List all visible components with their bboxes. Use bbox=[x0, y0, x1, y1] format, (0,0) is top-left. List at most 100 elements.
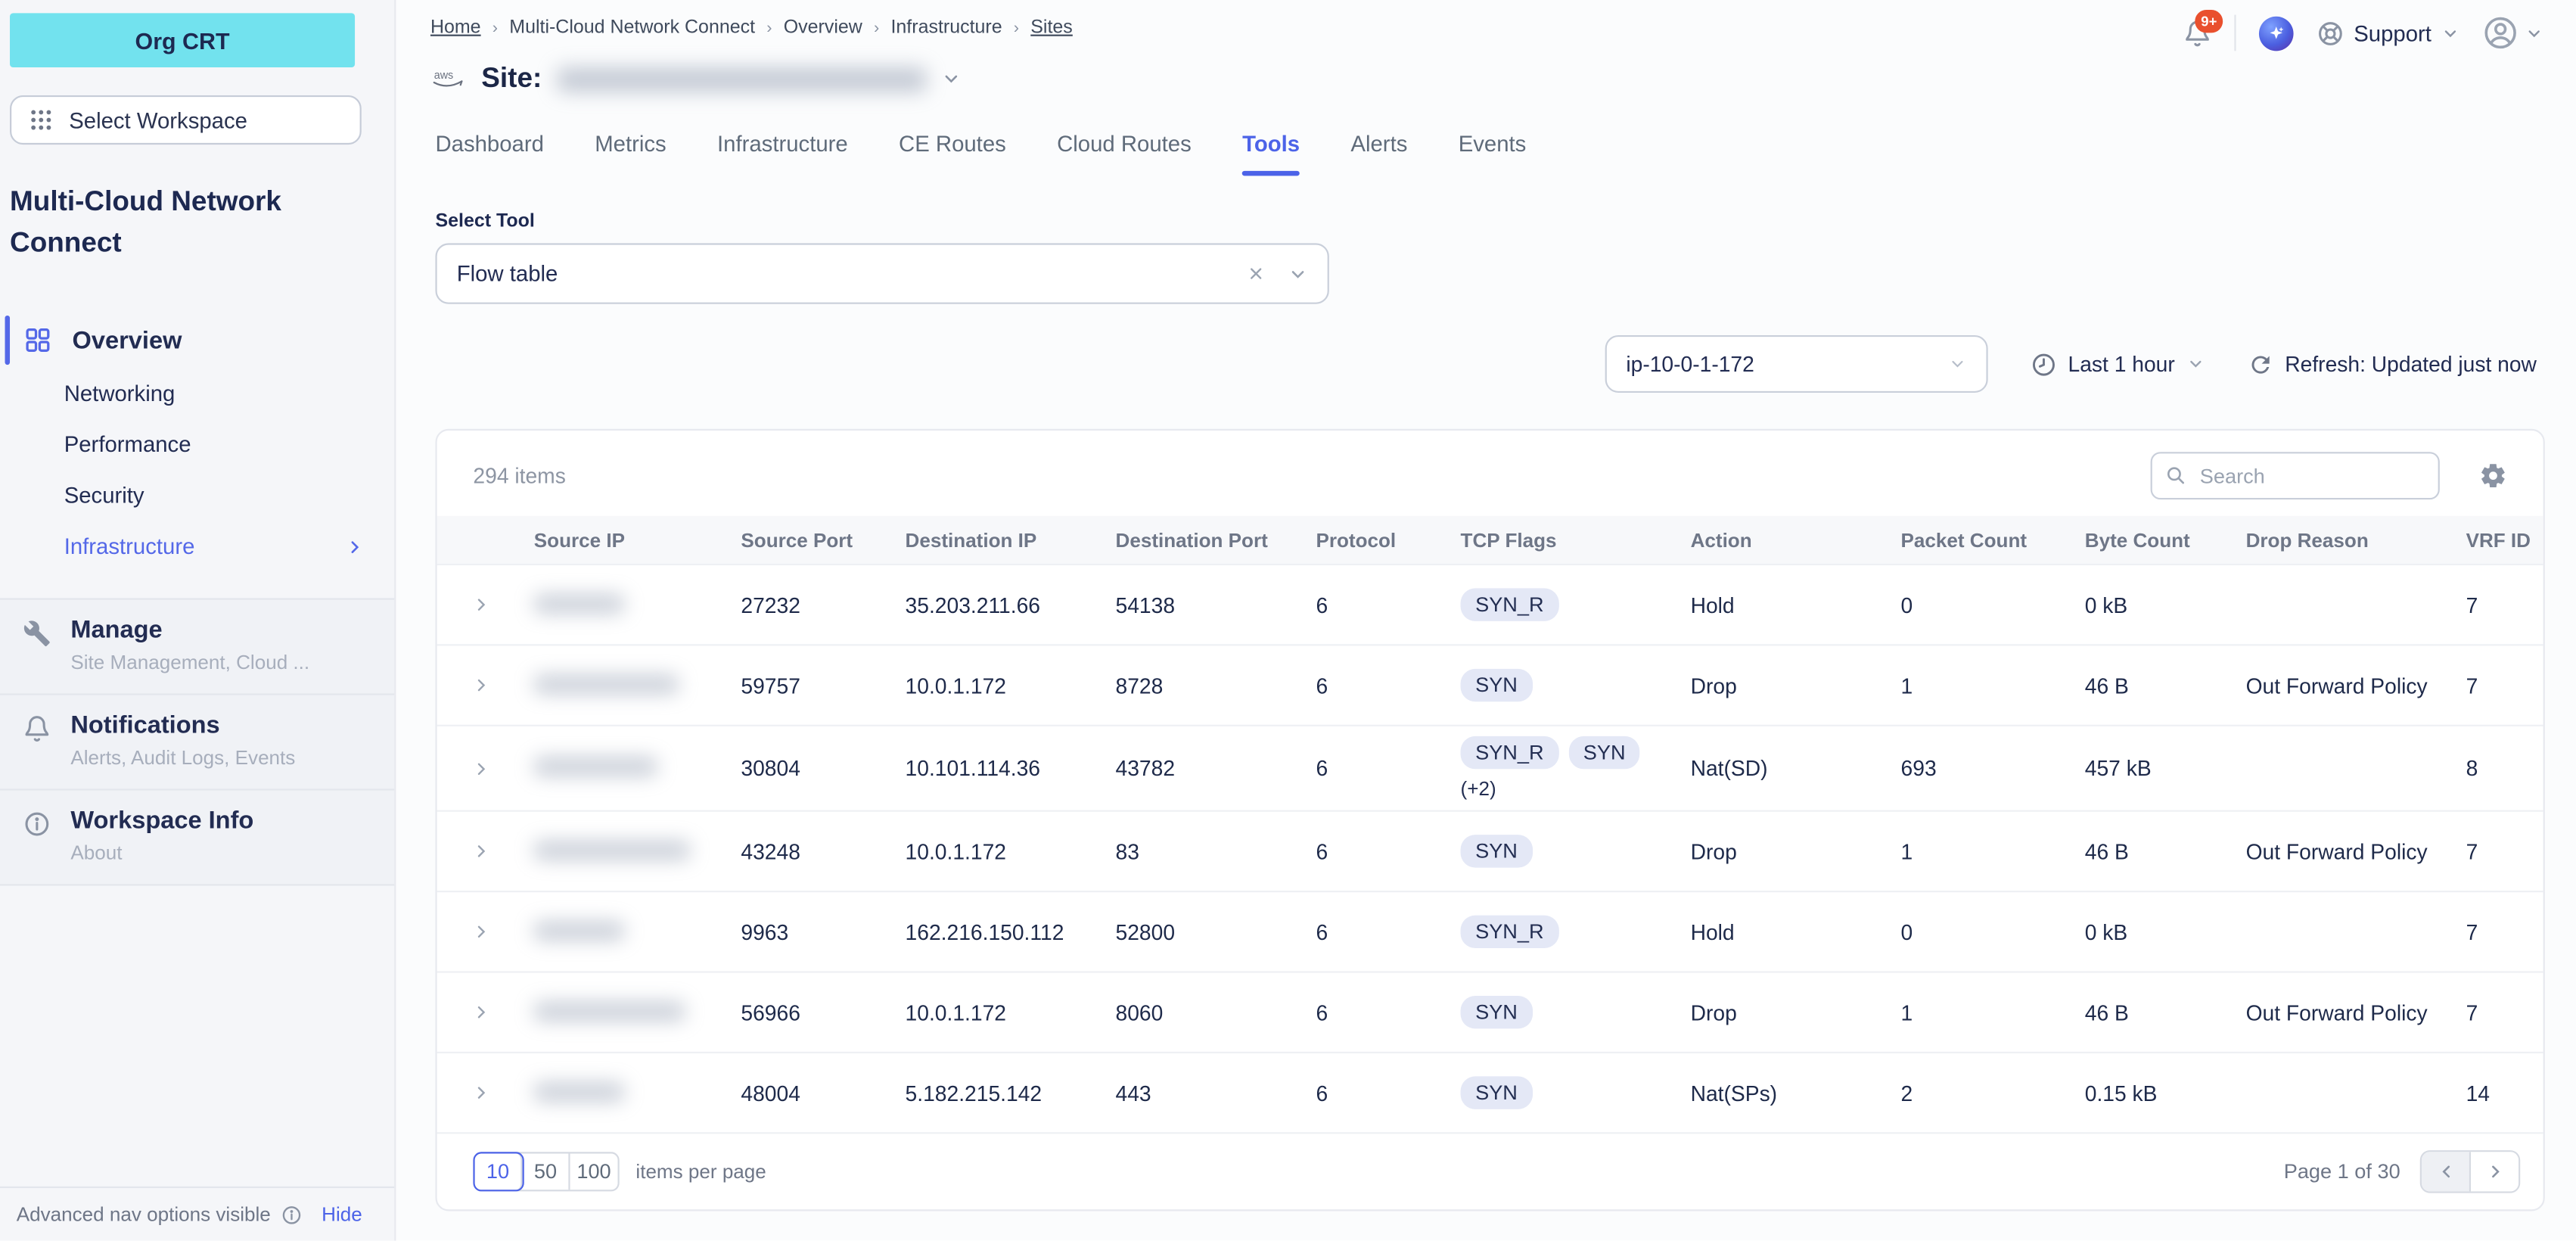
chevron-down-icon bbox=[2525, 23, 2543, 42]
hide-advanced-nav-link[interactable]: Hide bbox=[322, 1203, 362, 1226]
breadcrumb-separator-icon: › bbox=[493, 19, 498, 37]
sidebar-subitem-label: Performance bbox=[64, 432, 191, 457]
sidebar-item-workspace-info[interactable]: Workspace Info About bbox=[0, 788, 394, 885]
cell-byte-count: 457 kB bbox=[2085, 746, 2246, 791]
clear-selection-icon[interactable] bbox=[1247, 265, 1265, 283]
prev-page-button[interactable] bbox=[2422, 1152, 2471, 1191]
table-row[interactable]: 48004 5.182.215.142 443 6 SYN Nat(SPs) 2… bbox=[437, 1052, 2543, 1132]
row-expand-chevron-icon[interactable] bbox=[437, 585, 534, 624]
cell-protocol: 6 bbox=[1316, 583, 1460, 627]
tcp-flags-more[interactable]: (+2) bbox=[1461, 777, 1681, 800]
cell-source-port: 27232 bbox=[741, 583, 905, 627]
column-header-drop-reason: Drop Reason bbox=[2246, 518, 2466, 561]
page-size-10-button[interactable]: 10 bbox=[475, 1153, 523, 1190]
cell-destination-ip: 162.216.150.112 bbox=[906, 910, 1116, 954]
support-label: Support bbox=[2354, 20, 2432, 45]
site-name-redacted bbox=[557, 67, 927, 92]
table-row[interactable]: 27232 35.203.211.66 54138 6 SYN_R Hold 0… bbox=[437, 564, 2543, 644]
node-select-dropdown[interactable]: ip-10-0-1-172 bbox=[1605, 335, 1987, 393]
tool-select-dropdown[interactable]: Flow table bbox=[435, 243, 1328, 303]
user-menu[interactable] bbox=[2482, 15, 2543, 51]
flow-table-card: 294 items Source IPSource PortDestinatio… bbox=[435, 429, 2544, 1211]
tcp-flag-badge: SYN_R bbox=[1461, 916, 1559, 948]
sidebar-subnav: Networking Performance SecurityInfrastruct… bbox=[0, 368, 394, 571]
tab-events[interactable]: Events bbox=[1459, 132, 1527, 176]
chevron-down-icon bbox=[2186, 355, 2205, 373]
sidebar: Org CRT Select Workspace Multi-Cloud Net… bbox=[0, 0, 396, 1241]
tab-alerts[interactable]: Alerts bbox=[1350, 132, 1407, 176]
breadcrumb-item[interactable]: Overview bbox=[784, 18, 862, 38]
site-title-row: aws Site: bbox=[396, 51, 2576, 95]
cell-packet-count: 2 bbox=[1901, 1071, 2085, 1115]
tab-infrastructure[interactable]: Infrastructure bbox=[717, 132, 848, 176]
sidebar-item-performance[interactable]: Performance bbox=[0, 419, 394, 470]
table-row[interactable]: 56966 10.0.1.172 8060 6 SYN Drop 1 46 B … bbox=[437, 971, 2543, 1051]
header-divider bbox=[2234, 15, 2236, 51]
tcp-flag-badge: SYN bbox=[1461, 669, 1533, 701]
cell-tcp-flags: SYN bbox=[1461, 659, 1691, 711]
bell-icon bbox=[23, 715, 51, 770]
row-expand-chevron-icon[interactable] bbox=[437, 832, 534, 871]
sidebar-item-infrastructure[interactable]: Infrastructure bbox=[0, 521, 394, 571]
page-size-50-button[interactable]: 50 bbox=[523, 1153, 570, 1190]
cell-destination-ip: 5.182.215.142 bbox=[906, 1071, 1116, 1115]
chevron-down-icon[interactable] bbox=[1288, 264, 1308, 284]
search-icon bbox=[2165, 465, 2186, 487]
row-expand-chevron-icon[interactable] bbox=[437, 748, 534, 788]
sidebar-item-manage[interactable]: Manage Site Management, Cloud ... bbox=[0, 598, 394, 693]
notifications-bell-button[interactable]: 9+ bbox=[2183, 19, 2211, 47]
table-settings-gear-icon[interactable] bbox=[2479, 462, 2507, 490]
page-size-100-button[interactable]: 100 bbox=[570, 1153, 618, 1190]
tab-cloud-routes[interactable]: Cloud Routes bbox=[1057, 132, 1192, 176]
cell-drop-reason bbox=[2246, 1083, 2466, 1103]
ai-assistant-button[interactable] bbox=[2258, 16, 2293, 51]
table-row[interactable]: 30804 10.101.114.36 43782 6 SYN_RSYN(+2)… bbox=[437, 725, 2543, 810]
svg-text:aws: aws bbox=[434, 70, 453, 82]
tab-dashboard[interactable]: Dashboard bbox=[435, 132, 543, 176]
breadcrumb-item[interactable]: Multi-Cloud Network Connect bbox=[509, 18, 755, 38]
row-expand-chevron-icon[interactable] bbox=[437, 993, 534, 1032]
time-range-picker[interactable]: Last 1 hour bbox=[2031, 351, 2205, 378]
sidebar-item-overview[interactable]: Overview bbox=[0, 313, 394, 369]
breadcrumb-item[interactable]: Infrastructure bbox=[890, 18, 1002, 38]
org-banner[interactable]: Org CRT bbox=[10, 13, 355, 67]
select-workspace-button[interactable]: Select Workspace bbox=[10, 95, 362, 145]
row-expand-chevron-icon[interactable] bbox=[437, 665, 534, 704]
cell-destination-ip: 10.0.1.172 bbox=[906, 829, 1116, 874]
table-row[interactable]: 43248 10.0.1.172 83 6 SYN Drop 1 46 B Ou… bbox=[437, 810, 2543, 891]
chevron-down-icon bbox=[2441, 23, 2459, 42]
search-input[interactable] bbox=[2196, 462, 2384, 489]
chevron-down-icon[interactable] bbox=[941, 69, 961, 89]
cell-source-ip-redacted bbox=[534, 757, 657, 776]
tcp-flag-badge: SYN bbox=[1461, 996, 1533, 1028]
next-page-button[interactable] bbox=[2471, 1152, 2519, 1191]
tcp-flag-badge: SYN bbox=[1568, 736, 1640, 769]
tab-ce-routes[interactable]: CE Routes bbox=[899, 132, 1006, 176]
sidebar-item-notifications-label: Notifications bbox=[70, 711, 295, 739]
refresh-control[interactable]: Refresh: Updated just now bbox=[2247, 351, 2537, 378]
cell-vrf-id: 7 bbox=[2466, 663, 2543, 708]
table-row[interactable]: 9963 162.216.150.112 52800 6 SYN_R Hold … bbox=[437, 891, 2543, 971]
advanced-nav-footer: Advanced nav options visible Hide bbox=[0, 1187, 394, 1241]
cell-vrf-id: 7 bbox=[2466, 990, 2543, 1034]
sidebar-item-networking[interactable]: Networking bbox=[0, 368, 394, 418]
table-row[interactable]: 59757 10.0.1.172 8728 6 SYN Drop 1 46 B … bbox=[437, 644, 2543, 724]
cell-vrf-id: 14 bbox=[2466, 1071, 2543, 1115]
main-content: Home›Multi-Cloud Network Connect›Overvie… bbox=[396, 0, 2576, 1241]
cell-action: Drop bbox=[1691, 829, 1901, 874]
support-menu[interactable]: Support bbox=[2316, 19, 2459, 47]
row-expand-chevron-icon[interactable] bbox=[437, 912, 534, 951]
breadcrumb-item[interactable]: Home bbox=[430, 18, 481, 38]
cell-source-port: 59757 bbox=[741, 663, 905, 708]
cell-source-ip-redacted bbox=[534, 1002, 685, 1020]
active-indicator bbox=[5, 316, 11, 365]
sidebar-item-security[interactable]: Security bbox=[0, 470, 394, 521]
breadcrumb-item[interactable]: Sites bbox=[1030, 18, 1073, 38]
row-expand-chevron-icon[interactable] bbox=[437, 1073, 534, 1112]
cell-packet-count: 0 bbox=[1901, 583, 2085, 627]
table-search[interactable] bbox=[2151, 452, 2440, 499]
tab-tools[interactable]: Tools bbox=[1242, 132, 1300, 176]
tab-metrics[interactable]: Metrics bbox=[595, 132, 666, 176]
sidebar-item-notifications[interactable]: Notifications Alerts, Audit Logs, Events bbox=[0, 693, 394, 788]
column-header-expand bbox=[437, 530, 534, 549]
